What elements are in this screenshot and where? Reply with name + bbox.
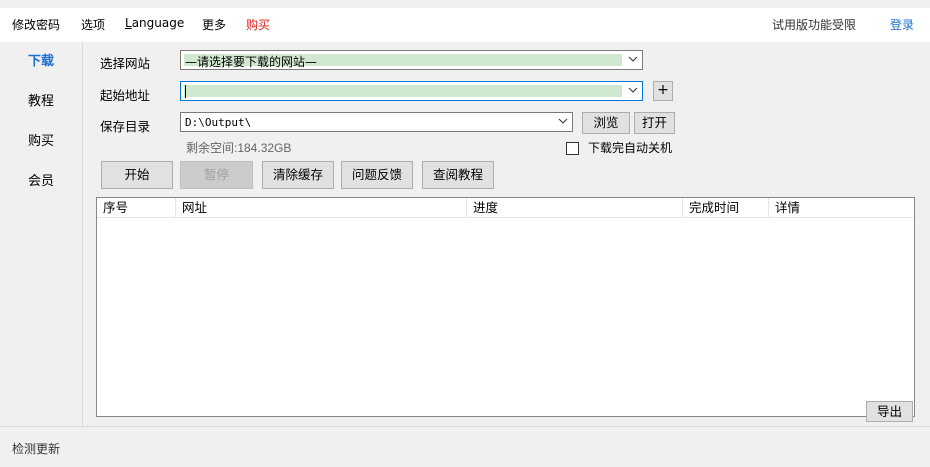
feedback-button[interactable]: 问题反馈	[341, 161, 413, 189]
menu-buy[interactable]: 购买	[246, 16, 270, 33]
browse-button[interactable]: 浏览	[582, 112, 630, 134]
chevron-down-icon	[628, 56, 638, 62]
start-url-input[interactable]	[180, 81, 643, 101]
site-select[interactable]: —请选择要下载的网站—	[180, 50, 643, 70]
app-window: 修改密码 选项 Language 更多 购买 试用版功能受限 登录 下载 教程 …	[0, 0, 930, 467]
sidebar-item-download[interactable]: 下载	[0, 50, 82, 69]
column-header-finish-time[interactable]: 完成时间	[683, 198, 769, 217]
column-header-progress[interactable]: 进度	[467, 198, 683, 217]
menu-language-rest: anguage	[131, 16, 185, 30]
menu-language[interactable]: Language	[125, 16, 184, 30]
pause-button[interactable]: 暂停	[180, 161, 253, 189]
start-url-highlight	[184, 85, 622, 97]
save-dir-select[interactable]: D:\Output\	[180, 112, 573, 132]
sidebar: 下载 教程 购买 会员	[0, 42, 83, 426]
column-header-index[interactable]: 序号	[97, 198, 176, 217]
divider	[0, 426, 930, 427]
sidebar-item-member[interactable]: 会员	[0, 170, 82, 189]
text-caret	[185, 85, 186, 98]
chevron-down-icon	[628, 87, 638, 93]
sidebar-item-buy[interactable]: 购买	[0, 130, 82, 149]
column-header-url[interactable]: 网址	[176, 198, 467, 217]
start-button[interactable]: 开始	[101, 161, 173, 189]
save-dir-label: 保存目录	[100, 119, 151, 134]
menu-bar: 修改密码 选项 Language 更多 购买 试用版功能受限 登录	[0, 8, 930, 42]
download-table[interactable]: 序号 网址 进度 完成时间 详情	[96, 197, 915, 417]
start-url-label: 起始地址	[100, 88, 151, 103]
shutdown-label: 下载完自动关机	[588, 141, 673, 155]
tutorial-button[interactable]: 查阅教程	[422, 161, 494, 189]
export-button[interactable]: 导出	[866, 401, 913, 422]
login-link[interactable]: 登录	[890, 16, 914, 33]
free-space-text: 剩余空间:184.32GB	[186, 141, 292, 155]
table-header: 序号 网址 进度 完成时间 详情	[97, 198, 914, 218]
menu-options[interactable]: 选项	[81, 16, 105, 33]
column-header-details[interactable]: 详情	[769, 198, 914, 217]
menu-more[interactable]: 更多	[202, 16, 226, 33]
trial-notice: 试用版功能受限	[772, 18, 857, 32]
save-dir-value: D:\Output\	[185, 116, 252, 129]
add-url-button[interactable]: +	[653, 81, 673, 101]
clear-cache-button[interactable]: 清除缓存	[262, 161, 334, 189]
chevron-down-icon	[558, 118, 568, 124]
open-button[interactable]: 打开	[634, 112, 675, 134]
sidebar-item-tutorial[interactable]: 教程	[0, 90, 82, 109]
site-select-value: —请选择要下载的网站—	[185, 55, 318, 69]
check-update-link[interactable]: 检测更新	[12, 440, 60, 457]
menu-change-password[interactable]: 修改密码	[12, 16, 60, 33]
site-label: 选择网站	[100, 56, 151, 71]
shutdown-checkbox[interactable]	[566, 142, 579, 155]
